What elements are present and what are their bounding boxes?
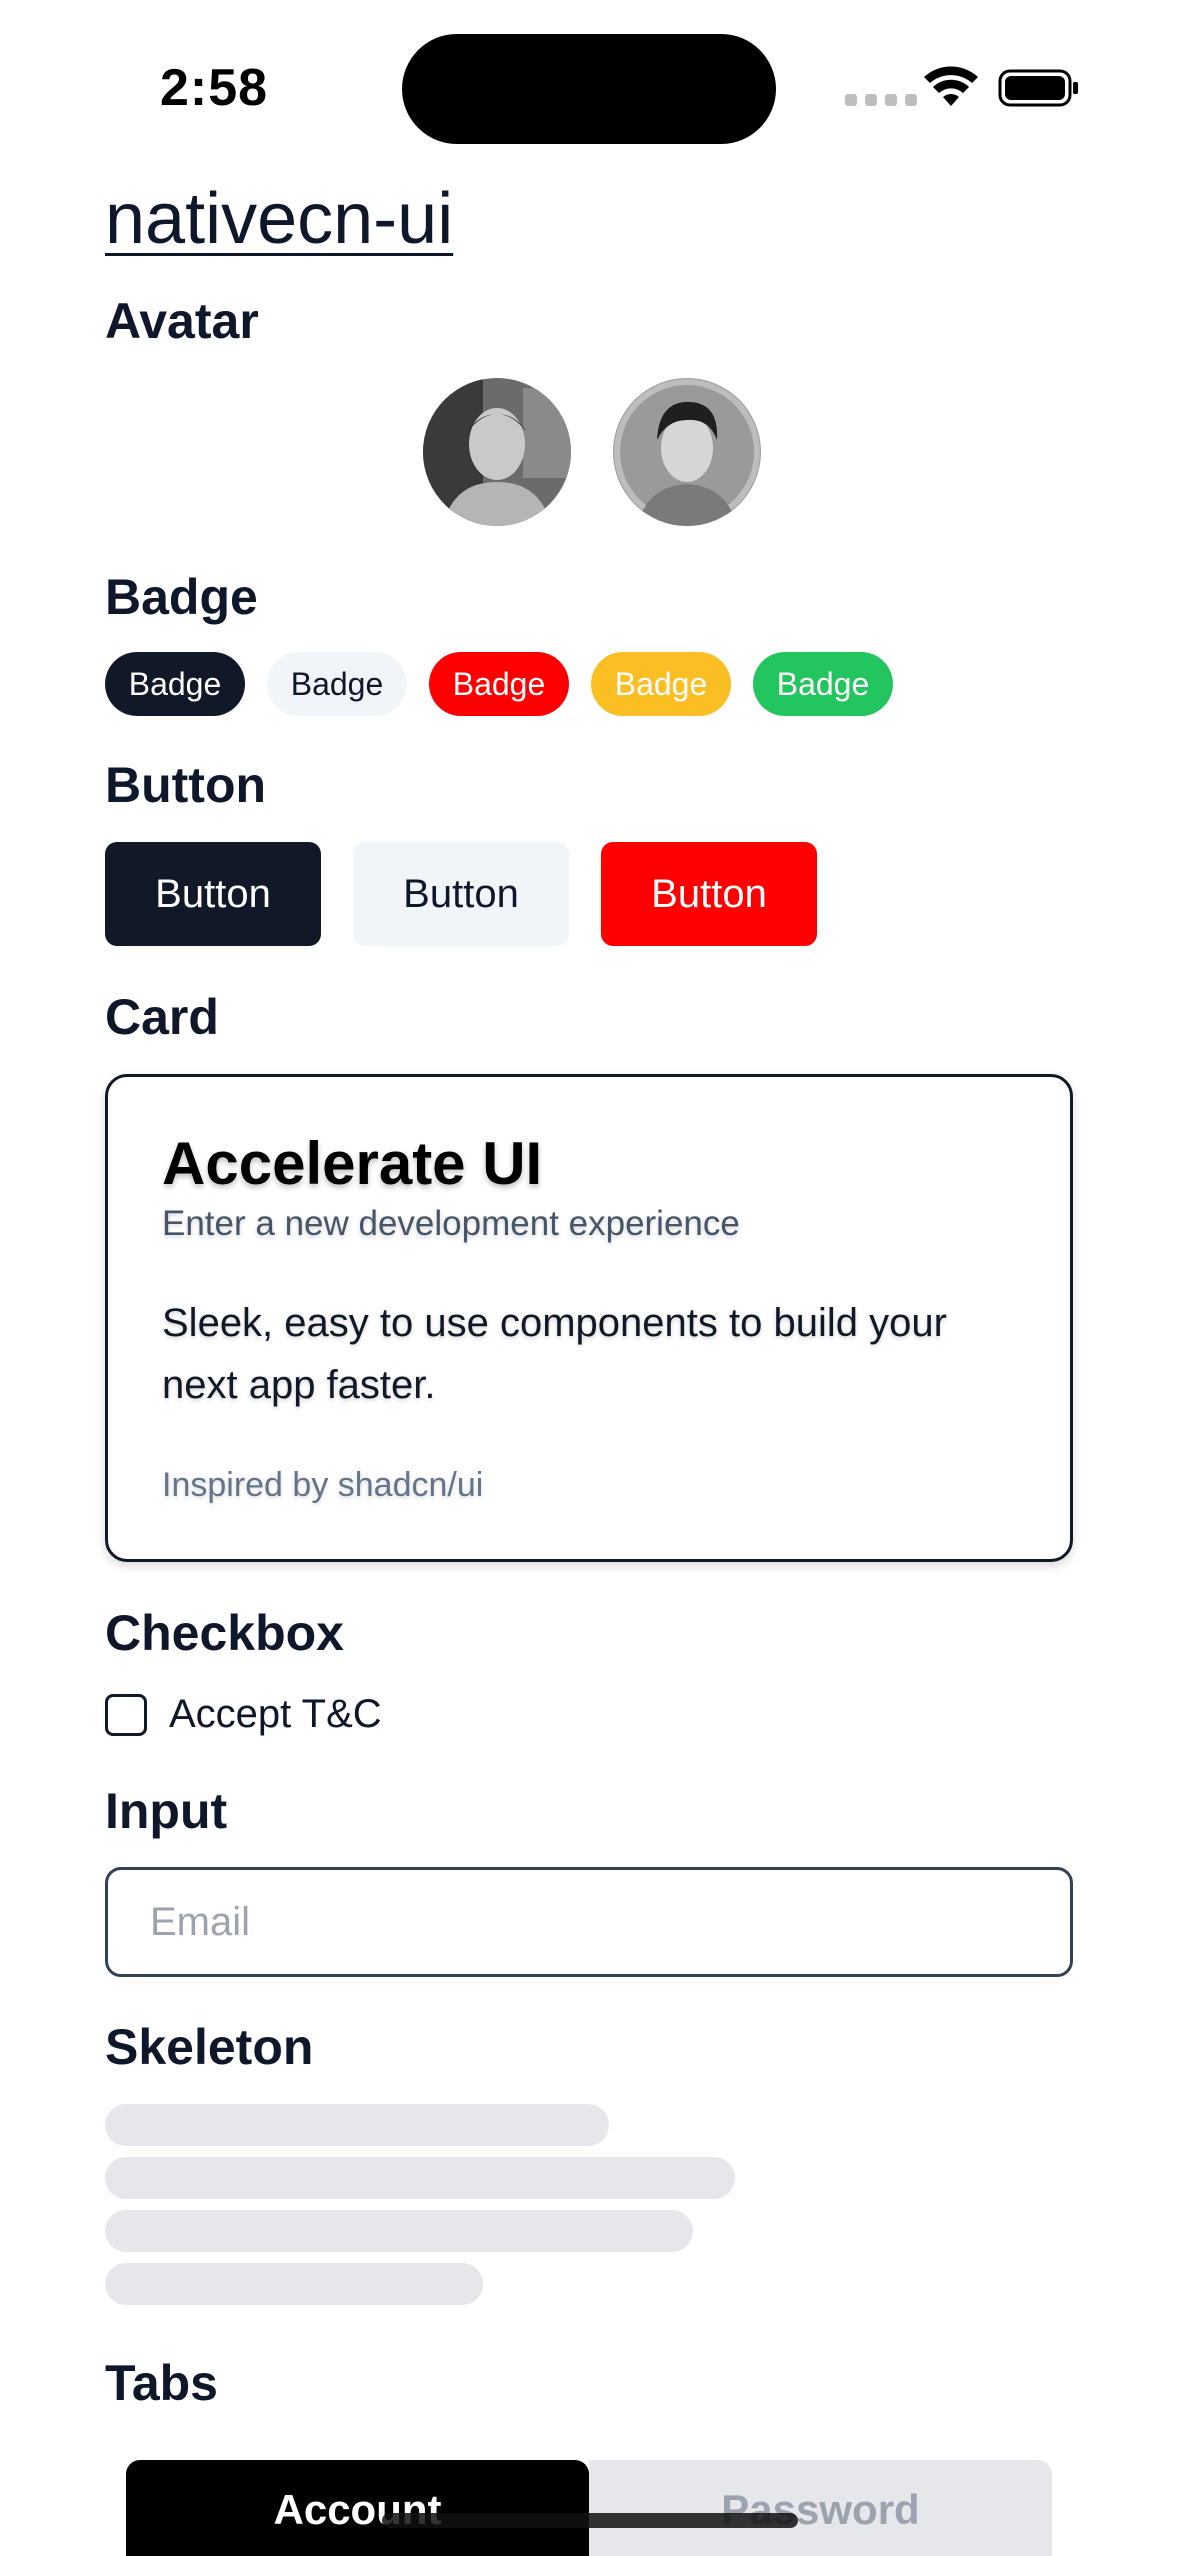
- cellular-signal-icon: [845, 94, 917, 106]
- skeleton-line: [105, 2157, 735, 2199]
- avatar-image-1: [423, 378, 571, 526]
- card-title: Accelerate UI: [162, 1130, 543, 1197]
- accept-terms-checkbox[interactable]: [105, 1693, 147, 1736]
- button-destructive[interactable]: Button: [601, 842, 817, 946]
- card-description: Enter a new development experience: [162, 1204, 740, 1243]
- checkbox-row[interactable]: Accept T&C: [105, 1692, 382, 1737]
- badge-success: Badge: [753, 652, 893, 716]
- skeleton-line: [105, 2104, 609, 2146]
- avatar-image-2: [613, 378, 761, 526]
- section-title-skeleton: Skeleton: [105, 2019, 314, 2075]
- section-title-input: Input: [105, 1783, 228, 1839]
- skeleton-line: [105, 2210, 693, 2252]
- skeleton-line: [105, 2263, 483, 2305]
- badge-default: Badge: [105, 652, 245, 716]
- section-title-checkbox: Checkbox: [105, 1605, 344, 1661]
- wifi-icon: [924, 66, 978, 106]
- email-input[interactable]: [105, 1867, 1073, 1977]
- badge-row: Badge Badge Badge Badge Badge: [105, 652, 893, 716]
- button-default[interactable]: Button: [105, 842, 321, 946]
- status-time: 2:58: [160, 59, 269, 117]
- card: Accelerate UI Enter a new development ex…: [105, 1074, 1073, 1562]
- tab-account[interactable]: Account: [126, 2460, 589, 2556]
- tab-password[interactable]: Password: [589, 2460, 1052, 2556]
- section-title-avatar: Avatar: [105, 293, 259, 349]
- section-title-tabs: Tabs: [105, 2355, 218, 2411]
- card-footer: Inspired by shadcn/ui: [162, 1466, 484, 1504]
- button-row: Button Button Button: [105, 842, 817, 946]
- home-indicator[interactable]: [382, 2513, 798, 2528]
- app-screen: 2:58 nativecn-ui Avatar Badge Badge Badg…: [0, 0, 1179, 2556]
- card-content: Sleek, easy to use components to build y…: [162, 1301, 947, 1407]
- section-title-button: Button: [105, 757, 267, 813]
- section-title-badge: Badge: [105, 569, 258, 625]
- tabs-list: Account Password: [126, 2460, 1052, 2556]
- section-title-card: Card: [105, 989, 219, 1045]
- battery-icon: [998, 69, 1078, 107]
- app-title-link[interactable]: nativecn-ui: [105, 178, 453, 260]
- badge-secondary: Badge: [267, 652, 407, 716]
- checkbox-label[interactable]: Accept T&C: [169, 1692, 382, 1737]
- button-secondary[interactable]: Button: [353, 842, 569, 946]
- dynamic-island: [402, 34, 776, 144]
- badge-warning: Badge: [591, 652, 731, 716]
- badge-destructive: Badge: [429, 652, 569, 716]
